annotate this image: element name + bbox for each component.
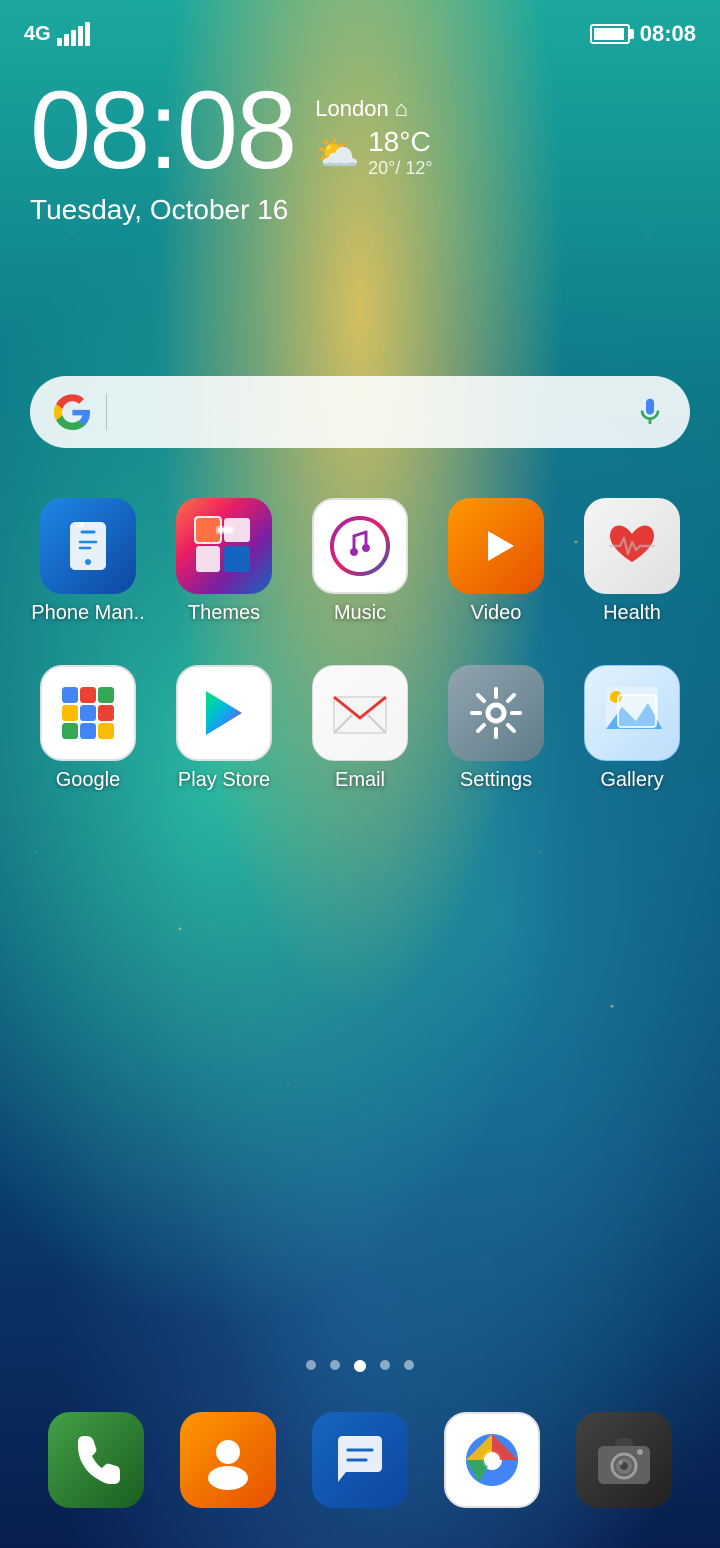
- music-icon: [312, 498, 408, 594]
- status-time: 08:08: [640, 21, 696, 47]
- app-row-1: Phone Man.. Themes: [20, 488, 700, 635]
- contacts-svg: [198, 1430, 258, 1490]
- dot-3[interactable]: [380, 1360, 390, 1370]
- clock-time: 08:08: [30, 76, 295, 186]
- gallery-svg: [602, 683, 662, 743]
- music-label: Music: [300, 602, 420, 625]
- phone-svg: [66, 1430, 126, 1490]
- dock-item-phone[interactable]: [36, 1412, 156, 1508]
- status-left: 4G: [24, 22, 90, 46]
- app-item-email[interactable]: Email: [300, 665, 420, 792]
- apps-area: Phone Man.. Themes: [0, 468, 720, 1340]
- page-dots: [0, 1340, 720, 1392]
- google-logo: [54, 394, 90, 430]
- app-item-phone-manager[interactable]: Phone Man..: [28, 498, 148, 625]
- app-item-play-store[interactable]: Play Store: [164, 665, 284, 792]
- app-item-gallery[interactable]: Gallery: [572, 665, 692, 792]
- contacts-dock-icon: [180, 1412, 276, 1508]
- settings-icon: [448, 665, 544, 761]
- clock-row: 08:08 London ⌂ ⛅ 18°C 20°/ 12°: [30, 76, 690, 186]
- dot-2[interactable]: [354, 1360, 366, 1372]
- phone-manager-svg: [60, 518, 116, 574]
- phone-manager-label: Phone Man..: [28, 602, 148, 625]
- search-bar[interactable]: [30, 376, 690, 448]
- settings-label: Settings: [436, 769, 556, 792]
- signal-bar-5: [85, 22, 90, 46]
- signal-bar-2: [64, 34, 69, 46]
- video-icon: [448, 498, 544, 594]
- health-label: Health: [572, 602, 692, 625]
- phone-manager-icon: [40, 498, 136, 594]
- phone-dock-icon: [48, 1412, 144, 1508]
- app-item-music[interactable]: Music: [300, 498, 420, 625]
- dot-1[interactable]: [330, 1360, 340, 1370]
- signal-bar-3: [71, 30, 76, 46]
- dot-0[interactable]: [306, 1360, 316, 1370]
- weather-icon: ⛅: [315, 132, 360, 174]
- themes-label: Themes: [164, 602, 284, 625]
- email-svg: [330, 683, 390, 743]
- date-text: Tuesday, October 16: [30, 194, 690, 226]
- signal-bars: [57, 22, 90, 46]
- battery-fill: [594, 28, 624, 40]
- gallery-label: Gallery: [572, 769, 692, 792]
- dot-4[interactable]: [404, 1360, 414, 1370]
- play-store-icon: [176, 665, 272, 761]
- chrome-dock-icon: [444, 1412, 540, 1508]
- email-label: Email: [300, 769, 420, 792]
- health-icon: [584, 498, 680, 594]
- weather-area: ⛅ 18°C 20°/ 12°: [315, 126, 432, 179]
- play-store-svg: [194, 683, 254, 743]
- signal-bar-1: [57, 38, 62, 46]
- music-svg: [330, 516, 390, 576]
- dock-item-contacts[interactable]: [168, 1412, 288, 1508]
- weather-temp: 18°C: [368, 126, 432, 158]
- chrome-svg: [462, 1430, 522, 1490]
- health-svg: [602, 516, 662, 576]
- status-right: 08:08: [590, 21, 696, 47]
- clock-area: 08:08 London ⌂ ⛅ 18°C 20°/ 12° Tuesday, …: [0, 56, 720, 236]
- search-bar-container: [0, 356, 720, 468]
- dock-item-chrome[interactable]: [432, 1412, 552, 1508]
- home-icon: ⌂: [395, 96, 408, 122]
- app-item-themes[interactable]: Themes: [164, 498, 284, 625]
- battery-icon: [590, 24, 630, 44]
- messages-dock-icon: [312, 1412, 408, 1508]
- email-icon: [312, 665, 408, 761]
- camera-dock-icon: [576, 1412, 672, 1508]
- battery-body: [590, 24, 630, 44]
- camera-svg: [594, 1430, 654, 1490]
- location: London ⌂: [315, 96, 432, 122]
- dock-item-messages[interactable]: [300, 1412, 420, 1508]
- signal-bar-4: [78, 26, 83, 46]
- google-grid-svg: [58, 683, 118, 743]
- app-item-settings[interactable]: Settings: [436, 665, 556, 792]
- mic-icon[interactable]: [634, 396, 666, 428]
- play-store-label: Play Store: [164, 769, 284, 792]
- app-row-2: Google: [20, 655, 700, 802]
- themes-icon: [176, 498, 272, 594]
- search-divider: [106, 394, 107, 430]
- weather-range: 20°/ 12°: [368, 158, 432, 179]
- settings-svg: [466, 683, 526, 743]
- app-item-google[interactable]: Google: [28, 665, 148, 792]
- network-type: 4G: [24, 23, 51, 46]
- themes-svg: [194, 516, 254, 576]
- dock: [0, 1392, 720, 1548]
- status-bar: 4G 08:08: [0, 0, 720, 56]
- app-item-video[interactable]: Video: [436, 498, 556, 625]
- dock-item-camera[interactable]: [564, 1412, 684, 1508]
- google-icon: [40, 665, 136, 761]
- clock-info: London ⌂ ⛅ 18°C 20°/ 12°: [315, 76, 432, 179]
- gallery-icon: [584, 665, 680, 761]
- messages-svg: [330, 1430, 390, 1490]
- video-svg: [466, 516, 526, 576]
- app-item-health[interactable]: Health: [572, 498, 692, 625]
- video-label: Video: [436, 602, 556, 625]
- google-label: Google: [28, 769, 148, 792]
